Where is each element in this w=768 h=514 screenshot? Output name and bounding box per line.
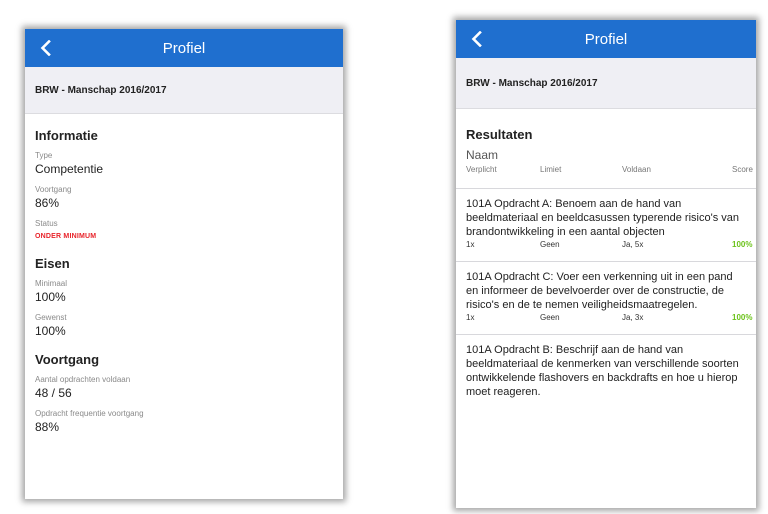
score-value: 100% (732, 313, 753, 322)
column-naam: Naam (466, 148, 499, 162)
score-value: 100% (732, 240, 753, 249)
section-eisen-title: Eisen (35, 256, 70, 271)
gewenst-value: 100% (35, 324, 66, 338)
section-voortgang-title: Voortgang (35, 352, 100, 367)
minimaal-label: Minimaal (35, 279, 68, 288)
results-column-header: Naam Verplicht Limiet Voldaan Score (456, 148, 756, 182)
verplicht-value: 1x (466, 313, 475, 322)
result-description: 101A Opdracht C: Voer een verkenning uit… (466, 271, 733, 311)
type-value: Competentie (35, 162, 104, 176)
minimaal-value: 100% (35, 290, 66, 304)
result-description: 101A Opdracht A: Benoem aan de hand van … (466, 198, 739, 238)
result-description: 101A Opdracht B: Beschrijf aan de hand v… (466, 344, 739, 398)
result-item[interactable]: 101A Opdracht C: Voer een verkenning uit… (456, 261, 756, 326)
back-button[interactable] (33, 29, 59, 67)
column-limiet: Limiet (540, 165, 562, 174)
limiet-value: Geen (540, 240, 560, 249)
chevron-left-icon (40, 40, 51, 56)
navbar: Profiel (456, 20, 756, 58)
section-informatie-title: Informatie (35, 128, 98, 143)
back-button[interactable] (464, 20, 490, 58)
aantal-value: 48 / 56 (35, 386, 72, 400)
aantal-label: Aantal opdrachten voldaan (35, 375, 131, 384)
gewenst-label: Gewenst (35, 313, 67, 322)
result-item[interactable]: 101A Opdracht B: Beschrijf aan de hand v… (456, 334, 756, 399)
section-resultaten-title: Resultaten (466, 127, 533, 142)
column-score: Score (732, 165, 753, 174)
result-row: 1x Geen Ja, 3x 100% (466, 312, 752, 326)
group-header: BRW - Manschap 2016/2017 (25, 67, 343, 114)
profile-screen-left: Profiel BRW - Manschap 2016/2017 Informa… (25, 29, 343, 499)
navbar: Profiel (25, 29, 343, 67)
page-title: Profiel (162, 39, 206, 57)
group-header: BRW - Manschap 2016/2017 (456, 58, 756, 109)
verplicht-value: 1x (466, 240, 475, 249)
result-item[interactable]: 101A Opdracht A: Benoem aan de hand van … (456, 188, 756, 253)
frequentie-label: Opdracht frequentie voortgang (35, 409, 144, 418)
profile-screen-right: Profiel BRW - Manschap 2016/2017 Resulta… (456, 20, 756, 508)
limiet-value: Geen (540, 313, 560, 322)
voortgang-label: Voortgang (35, 185, 72, 194)
column-voldaan: Voldaan (622, 165, 651, 174)
voortgang-value: 86% (35, 196, 60, 210)
page-title: Profiel (584, 30, 628, 48)
result-row: 1x Geen Ja, 5x 100% (466, 239, 752, 253)
voldaan-value: Ja, 3x (622, 313, 644, 322)
frequentie-value: 88% (35, 420, 60, 434)
status-label: Status (35, 219, 58, 228)
column-verplicht: Verplicht (466, 165, 497, 174)
chevron-left-icon (471, 31, 482, 47)
type-label: Type (35, 151, 53, 160)
status-badge: ONDER MINIMUM (35, 233, 97, 240)
voldaan-value: Ja, 5x (622, 240, 644, 249)
